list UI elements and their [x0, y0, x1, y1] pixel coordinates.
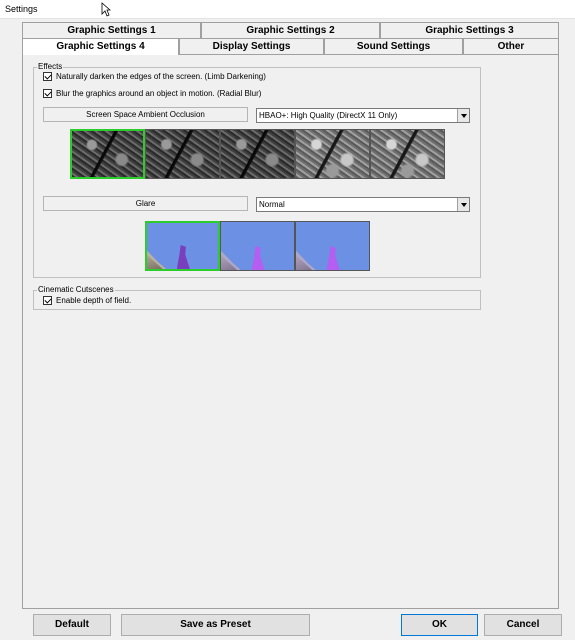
limb-darkening-label: Naturally darken the edges of the screen… — [56, 72, 266, 81]
limb-darkening-checkbox[interactable]: Naturally darken the edges of the screen… — [43, 72, 266, 81]
ssao-select-value: HBAO+: High Quality (DirectX 11 Only) — [259, 111, 398, 120]
default-button[interactable]: Default — [33, 614, 111, 636]
ssao-select[interactable]: HBAO+: High Quality (DirectX 11 Only) — [256, 108, 470, 123]
ok-button[interactable]: OK — [401, 614, 478, 636]
glare-preview-thumb-3[interactable] — [295, 221, 370, 271]
tab-graphic-settings-1[interactable]: Graphic Settings 1 — [22, 22, 201, 38]
window-title: Settings — [5, 4, 38, 14]
cutscenes-legend: Cinematic Cutscenes — [37, 285, 115, 295]
chevron-down-icon[interactable] — [457, 109, 469, 122]
radial-blur-label: Blur the graphics around an object in mo… — [56, 89, 262, 98]
depth-of-field-checkbox[interactable]: Enable depth of field. — [43, 296, 131, 305]
tab-sound-settings[interactable]: Sound Settings — [324, 38, 463, 54]
tab-graphic-settings-3[interactable]: Graphic Settings 3 — [380, 22, 559, 38]
save-as-preset-button[interactable]: Save as Preset — [121, 614, 310, 636]
tab-display-settings[interactable]: Display Settings — [179, 38, 324, 54]
glare-select[interactable]: Normal — [256, 197, 470, 212]
ssao-preview-thumb-3[interactable] — [220, 129, 295, 179]
ssao-preview-thumb-4[interactable] — [295, 129, 370, 179]
tab-other[interactable]: Other — [463, 38, 559, 54]
radial-blur-checkbox[interactable]: Blur the graphics around an object in mo… — [43, 89, 261, 98]
checkbox-checked-icon[interactable] — [43, 72, 52, 81]
chevron-down-icon[interactable] — [457, 198, 469, 211]
glare-label: Glare — [43, 196, 248, 211]
tab-graphic-settings-2[interactable]: Graphic Settings 2 — [201, 22, 380, 38]
ssao-preview-thumb-2[interactable] — [145, 129, 220, 179]
title-bar: Settings — [0, 0, 575, 19]
glare-select-value: Normal — [259, 200, 285, 209]
depth-of-field-label: Enable depth of field. — [56, 296, 132, 305]
ssao-preview-thumb-5[interactable] — [370, 129, 445, 179]
checkbox-checked-icon[interactable] — [43, 89, 52, 98]
ssao-preview-thumb-1[interactable] — [70, 129, 145, 179]
cancel-button[interactable]: Cancel — [484, 614, 562, 636]
checkbox-checked-icon[interactable] — [43, 296, 52, 305]
tab-graphic-settings-4[interactable]: Graphic Settings 4 — [22, 38, 179, 55]
glare-preview-thumb-1[interactable] — [145, 221, 220, 271]
mouse-cursor-icon — [101, 2, 111, 17]
glare-preview-thumb-2[interactable] — [220, 221, 295, 271]
ssao-label: Screen Space Ambient Occlusion — [43, 107, 248, 122]
effects-legend: Effects — [37, 62, 64, 72]
